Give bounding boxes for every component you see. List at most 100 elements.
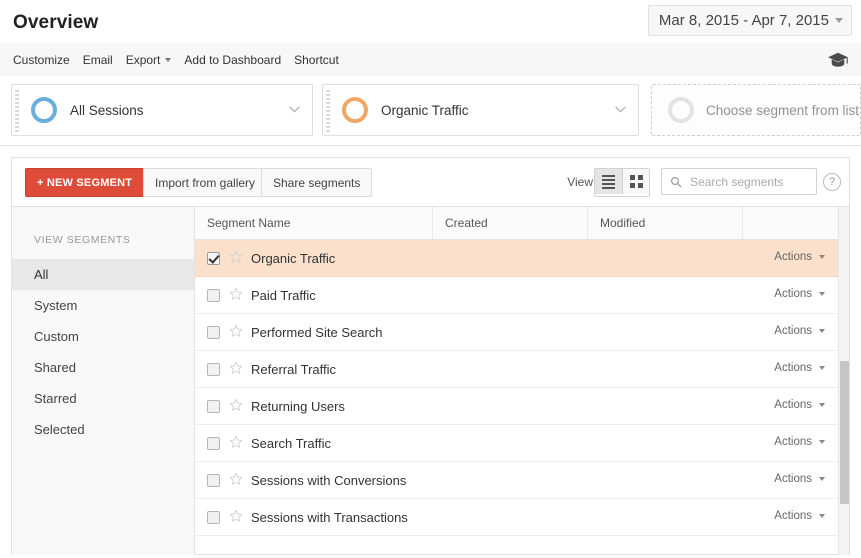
segment-pill-label: Choose segment from list [706, 103, 859, 118]
action-shortcut[interactable]: Shortcut [294, 53, 339, 67]
table-row[interactable]: Sessions with TransactionsActions [195, 499, 849, 536]
action-email[interactable]: Email [83, 53, 113, 67]
share-segments-button[interactable]: Share segments [261, 168, 372, 197]
sidebar-item-selected[interactable]: Selected [12, 414, 194, 445]
sidebar-item-starred[interactable]: Starred [12, 383, 194, 414]
view-segments-sidebar: VIEW SEGMENTS All System Custom Shared S… [12, 206, 195, 555]
star-toggle[interactable] [229, 435, 243, 449]
row-checkbox[interactable] [207, 511, 220, 524]
graduation-cap-icon[interactable] [827, 51, 849, 69]
segment-pill-all-sessions[interactable]: All Sessions [11, 84, 313, 136]
scrollbar-thumb[interactable] [840, 361, 849, 504]
drag-handle-icon[interactable] [15, 90, 19, 132]
date-range-text: Mar 8, 2015 - Apr 7, 2015 [659, 12, 829, 29]
star-toggle[interactable] [229, 287, 243, 301]
column-header-modified[interactable]: Modified [587, 207, 742, 239]
star-icon[interactable] [229, 250, 243, 264]
chevron-down-icon [819, 329, 825, 333]
star-icon[interactable] [229, 398, 243, 412]
segment-panel-toolbar: + NEW SEGMENT Import from gallery Share … [12, 158, 849, 206]
chevron-down-icon [165, 58, 171, 62]
row-checkbox[interactable] [207, 289, 220, 302]
star-toggle[interactable] [229, 361, 243, 375]
row-actions-menu[interactable]: Actions [774, 251, 825, 263]
row-actions-menu[interactable]: Actions [774, 362, 825, 374]
action-label: Export [126, 53, 161, 67]
segment-table-header: Segment Name Created Modified [195, 207, 849, 240]
row-actions-menu[interactable]: Actions [774, 325, 825, 337]
star-toggle[interactable] [229, 472, 243, 486]
row-checkbox[interactable] [207, 474, 220, 487]
star-toggle[interactable] [229, 324, 243, 338]
column-header-created[interactable]: Created [432, 207, 587, 239]
sidebar-item-system[interactable]: System [12, 290, 194, 321]
table-row[interactable]: Sessions with Conversions Actions [195, 462, 849, 499]
star-icon[interactable] [229, 324, 243, 338]
table-row[interactable]: Referral TrafficActions [195, 351, 849, 388]
action-export[interactable]: Export [126, 53, 172, 67]
sidebar-item-custom[interactable]: Custom [12, 321, 194, 352]
star-icon[interactable] [229, 435, 243, 449]
star-icon[interactable] [229, 472, 243, 486]
row-actions-menu[interactable]: Actions [774, 288, 825, 300]
segment-name-cell: Performed Site Search [251, 325, 383, 340]
segment-pill-choose-placeholder[interactable]: Choose segment from list [651, 84, 861, 136]
star-toggle[interactable] [229, 250, 243, 264]
list-view-button[interactable] [595, 169, 622, 194]
help-icon[interactable]: ? [823, 173, 841, 191]
table-row[interactable]: Returning UsersActions [195, 388, 849, 425]
row-actions-menu[interactable]: Actions [774, 510, 825, 522]
new-segment-button[interactable]: + NEW SEGMENT [25, 168, 144, 197]
segment-name-cell: Organic Traffic [251, 251, 335, 266]
sidebar-item-all[interactable]: All [12, 259, 194, 290]
page-header: Overview Mar 8, 2015 - Apr 7, 2015 [0, 0, 861, 44]
row-actions-menu[interactable]: Actions [774, 436, 825, 448]
sidebar-item-shared[interactable]: Shared [12, 352, 194, 383]
star-icon[interactable] [229, 361, 243, 375]
chevron-down-icon [819, 366, 825, 370]
table-row[interactable]: Paid TrafficActions [195, 277, 849, 314]
star-icon[interactable] [229, 287, 243, 301]
segment-pill-label: Organic Traffic [381, 103, 469, 118]
action-add-to-dashboard[interactable]: Add to Dashboard [184, 53, 281, 67]
segment-pill-organic-traffic[interactable]: Organic Traffic [322, 84, 639, 136]
row-actions-menu[interactable]: Actions [774, 473, 825, 485]
row-checkbox[interactable] [207, 400, 220, 413]
table-row[interactable]: Search TrafficActions [195, 425, 849, 462]
star-toggle[interactable] [229, 398, 243, 412]
table-row[interactable]: Organic Traffic Actions [195, 240, 849, 277]
chevron-down-icon[interactable] [289, 106, 300, 113]
row-actions-menu[interactable]: Actions [774, 399, 825, 411]
drag-handle-icon[interactable] [326, 90, 330, 132]
page-title: Overview [13, 12, 98, 34]
action-label: Add to Dashboard [184, 53, 281, 67]
grid-view-button[interactable] [622, 169, 649, 194]
segment-pill-label: All Sessions [70, 103, 144, 118]
analytics-segment-page: Overview Mar 8, 2015 - Apr 7, 2015 Custo… [0, 0, 861, 558]
table-row[interactable]: Performed Site Search Actions [195, 314, 849, 351]
row-checkbox[interactable] [207, 363, 220, 376]
row-checkbox[interactable] [207, 252, 220, 265]
row-checkbox[interactable] [207, 437, 220, 450]
search-segments-box[interactable] [661, 168, 817, 195]
chevron-down-icon [819, 292, 825, 296]
row-actions-label: Actions [774, 362, 812, 374]
date-range-picker[interactable]: Mar 8, 2015 - Apr 7, 2015 [648, 5, 852, 36]
segment-color-ring-icon [668, 97, 694, 123]
row-actions-label: Actions [774, 325, 812, 337]
segment-name-cell: Sessions with Conversions [251, 473, 406, 488]
segment-picker-panel: + NEW SEGMENT Import from gallery Share … [11, 157, 850, 555]
star-toggle[interactable] [229, 509, 243, 523]
star-icon[interactable] [229, 509, 243, 523]
row-checkbox[interactable] [207, 326, 220, 339]
column-header-segment-name[interactable]: Segment Name [195, 207, 432, 239]
search-input[interactable] [688, 174, 810, 190]
action-customize[interactable]: Customize [13, 53, 70, 67]
sidebar-heading: VIEW SEGMENTS [12, 207, 194, 246]
row-actions-label: Actions [774, 399, 812, 411]
segment-list-scrollbar[interactable] [838, 207, 849, 555]
chevron-down-icon[interactable] [615, 106, 626, 113]
chevron-down-icon [819, 403, 825, 407]
import-from-gallery-button[interactable]: Import from gallery [143, 168, 267, 197]
action-label: Shortcut [294, 53, 339, 67]
